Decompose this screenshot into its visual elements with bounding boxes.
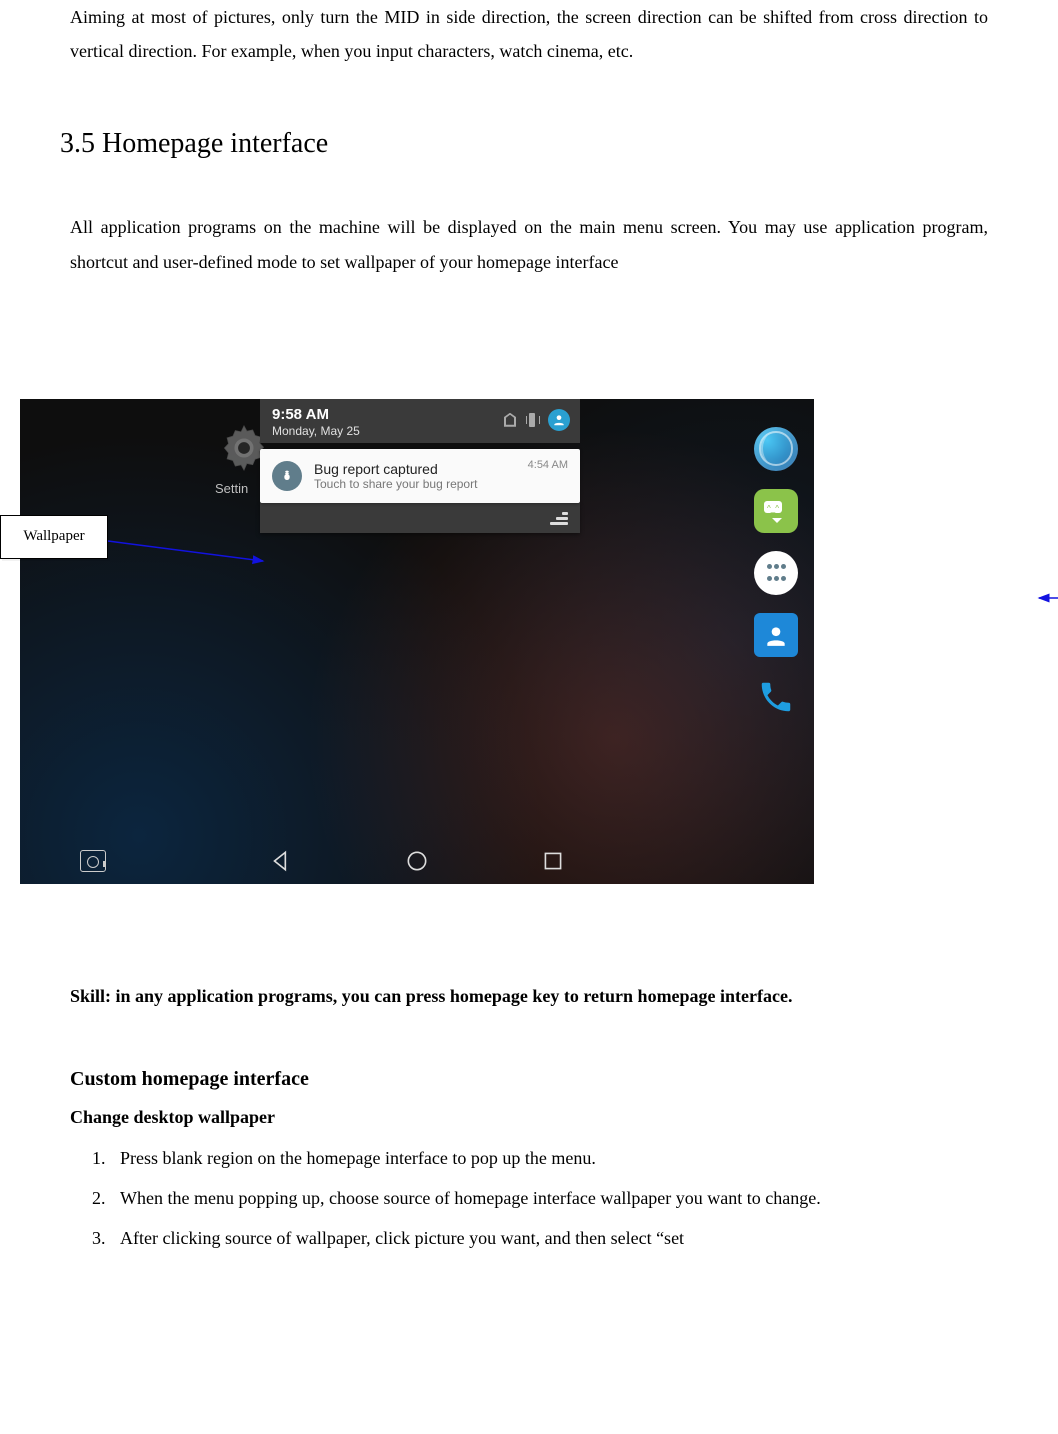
all-apps-icon[interactable] (754, 551, 798, 595)
messaging-app-icon[interactable]: ^_^ (754, 489, 798, 533)
device-screenshot: Settin 9:58 AM Monday, May 25 (20, 399, 814, 884)
notification-item[interactable]: Bug report captured Touch to share your … (260, 449, 580, 503)
home-button[interactable] (404, 848, 430, 874)
notification-time: 4:54 AM (528, 459, 568, 471)
notification-panel[interactable]: 9:58 AM Monday, May 25 (260, 399, 580, 559)
notification-title: Bug report captured (314, 461, 477, 477)
section-paragraph: All application programs on the machine … (70, 210, 988, 278)
steps-list: Press blank region on the homepage inter… (70, 1140, 988, 1256)
custom-homepage-heading: Custom homepage interface (70, 1068, 988, 1091)
phone-app-icon[interactable] (754, 675, 798, 719)
notification-header[interactable]: 9:58 AM Monday, May 25 (260, 399, 580, 443)
intro-paragraph: Aiming at most of pictures, only turn th… (70, 0, 988, 68)
navigation-bar (20, 838, 814, 884)
settings-label: Settin (215, 481, 248, 496)
screenshot-figure: Settin 9:58 AM Monday, May 25 (20, 399, 1038, 919)
vibrate-icon (526, 413, 538, 427)
contacts-app-icon[interactable] (754, 613, 798, 657)
list-item: When the menu popping up, choose source … (110, 1180, 988, 1216)
callout-wallpaper-arrow (108, 539, 268, 564)
status-time: 9:58 AM (272, 406, 329, 423)
camera-shortcut-icon[interactable] (80, 848, 106, 874)
browser-app-icon[interactable] (754, 427, 798, 471)
list-item: Press blank region on the homepage inter… (110, 1140, 988, 1176)
notification-footer[interactable] (260, 503, 580, 533)
recent-apps-button[interactable] (540, 848, 566, 874)
profile-avatar-icon[interactable] (548, 409, 570, 431)
status-date: Monday, May 25 (272, 424, 360, 438)
clear-all-icon[interactable] (548, 511, 568, 525)
sim-icon (504, 413, 516, 427)
section-heading: 3.5 Homepage interface (60, 128, 988, 160)
notification-subtitle: Touch to share your bug report (314, 477, 477, 491)
bug-icon (272, 461, 302, 491)
app-dock: ^_^ (752, 427, 800, 719)
skill-note: Skill: in any application programs, you … (70, 979, 988, 1013)
callout-wallpaper-label: Wallpaper (0, 515, 108, 559)
callout-application-arrow (1034, 592, 1058, 604)
back-button[interactable] (268, 848, 294, 874)
change-wallpaper-heading: Change desktop wallpaper (70, 1107, 988, 1128)
list-item: After clicking source of wallpaper, clic… (110, 1220, 988, 1256)
